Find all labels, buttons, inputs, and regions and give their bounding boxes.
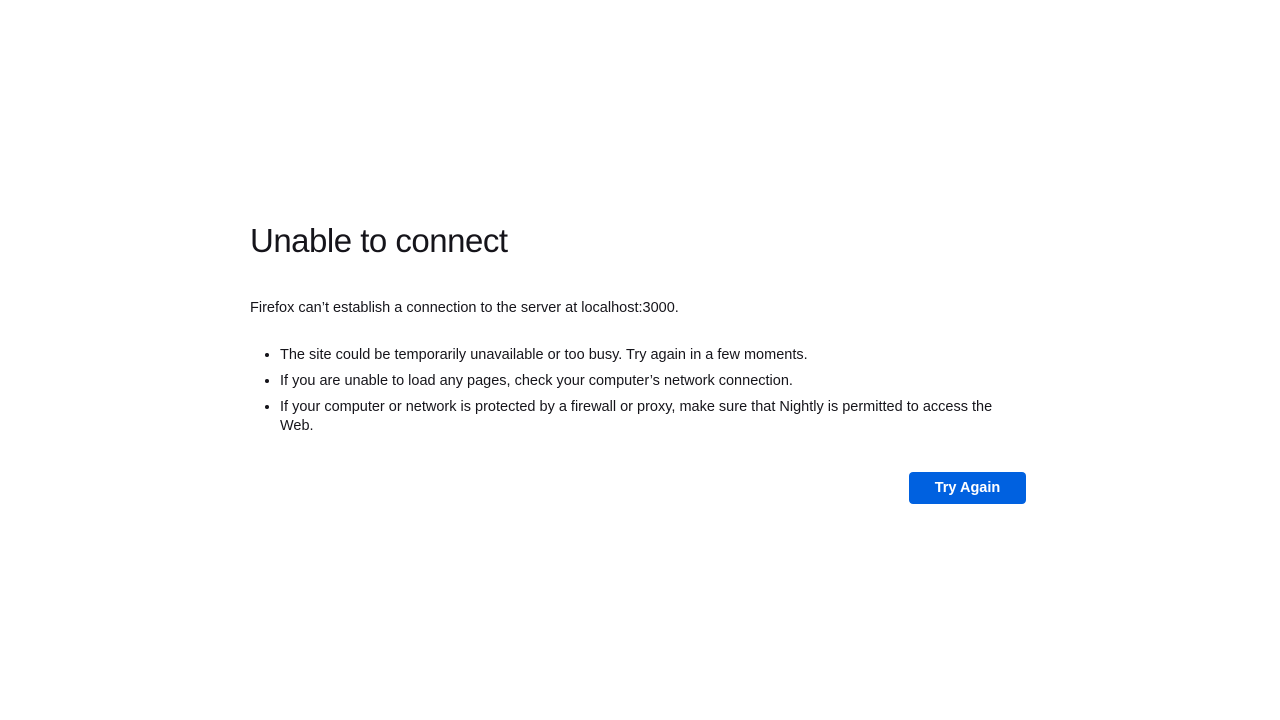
try-again-button[interactable]: Try Again — [909, 472, 1026, 504]
error-reason-item: If you are unable to load any pages, che… — [280, 372, 1026, 391]
error-reasons-list: The site could be temporarily unavailabl… — [250, 346, 1026, 436]
error-description: Firefox can’t establish a connection to … — [250, 300, 679, 316]
error-title: Unable to connect — [250, 222, 508, 259]
error-page: Unable to connect Firefox can’t establis… — [0, 0, 1280, 720]
error-reason-item: If your computer or network is protected… — [280, 398, 1026, 436]
button-row: Try Again — [250, 472, 1026, 504]
error-reason-item: The site could be temporarily unavailabl… — [280, 346, 1026, 365]
error-container: Unable to connect Firefox can’t establis… — [250, 222, 1026, 504]
